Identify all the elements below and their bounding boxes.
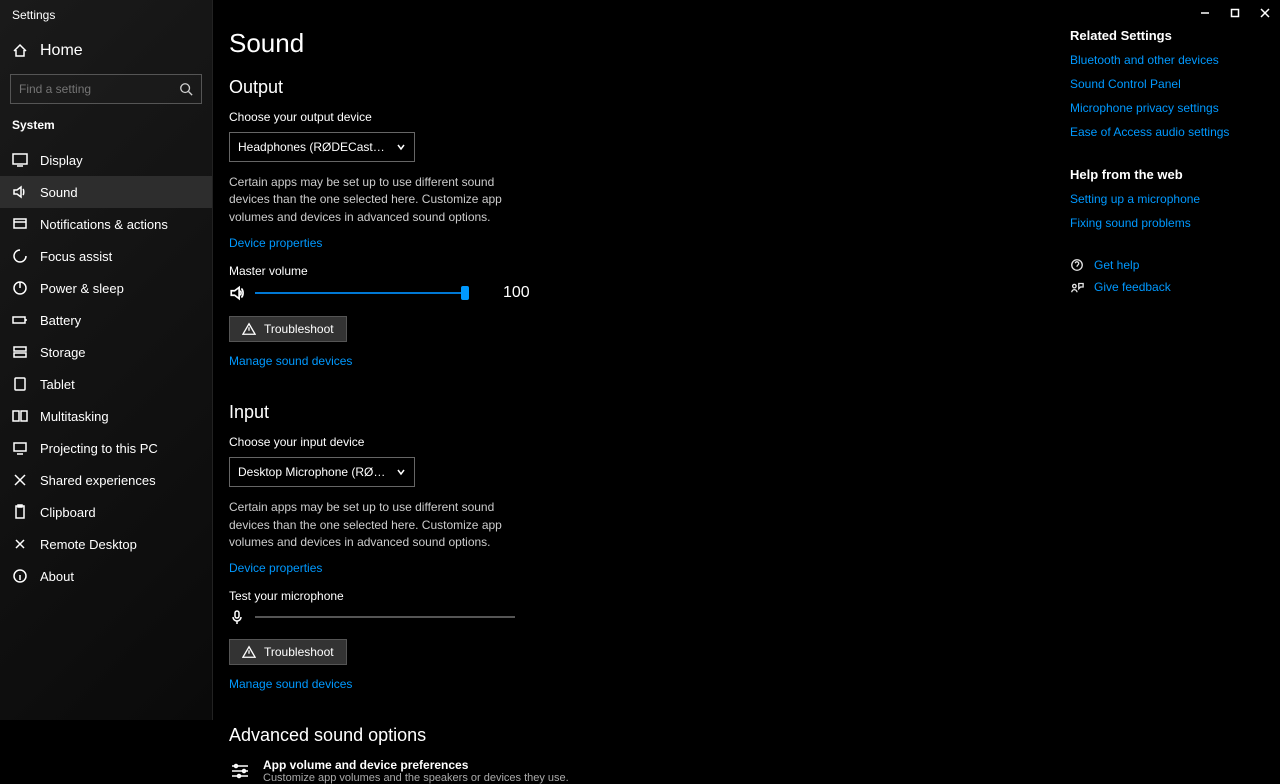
sidebar-item-remote-desktop[interactable]: Remote Desktop bbox=[0, 528, 212, 560]
sidebar-item-battery[interactable]: Battery bbox=[0, 304, 212, 336]
right-panel: Related Settings Bluetooth and other dev… bbox=[1070, 0, 1280, 720]
shared-icon bbox=[12, 472, 28, 488]
sound-icon bbox=[12, 184, 28, 200]
search-input-wrap[interactable] bbox=[10, 74, 202, 104]
sidebar-home[interactable]: Home bbox=[0, 34, 212, 74]
sidebar-item-focus-assist[interactable]: Focus assist bbox=[0, 240, 212, 272]
help-web-heading: Help from the web bbox=[1070, 167, 1264, 182]
sliders-icon bbox=[229, 760, 251, 782]
multitasking-icon bbox=[12, 408, 28, 424]
home-icon bbox=[12, 43, 28, 59]
speaker-icon[interactable] bbox=[229, 284, 247, 302]
master-volume-slider[interactable] bbox=[255, 292, 465, 294]
content: Sound Output Choose your output device H… bbox=[213, 0, 1070, 720]
power-icon bbox=[12, 280, 28, 296]
related-settings-heading: Related Settings bbox=[1070, 28, 1264, 43]
input-heading: Input bbox=[229, 402, 1070, 423]
output-heading: Output bbox=[229, 77, 1070, 98]
minimize-button[interactable] bbox=[1190, 0, 1220, 26]
output-device-properties-link[interactable]: Device properties bbox=[229, 236, 322, 250]
notifications-icon bbox=[12, 216, 28, 232]
page-title: Sound bbox=[229, 28, 1070, 59]
link-setup-mic[interactable]: Setting up a microphone bbox=[1070, 192, 1264, 206]
get-help-link[interactable]: Get help bbox=[1070, 258, 1264, 272]
chevron-down-icon bbox=[396, 142, 406, 152]
output-device-dropdown[interactable]: Headphones (RØDECaster Pro II Sec... bbox=[229, 132, 415, 162]
link-sound-control-panel[interactable]: Sound Control Panel bbox=[1070, 77, 1264, 91]
warning-icon bbox=[242, 645, 256, 659]
feedback-icon bbox=[1070, 280, 1084, 294]
search-input[interactable] bbox=[19, 82, 179, 96]
output-troubleshoot-button[interactable]: Troubleshoot bbox=[229, 316, 347, 342]
sidebar-item-sound[interactable]: Sound bbox=[0, 176, 212, 208]
sidebar-item-notifications[interactable]: Notifications & actions bbox=[0, 208, 212, 240]
give-feedback-link[interactable]: Give feedback bbox=[1070, 280, 1264, 294]
mic-level-bar bbox=[255, 616, 515, 618]
maximize-button[interactable] bbox=[1220, 0, 1250, 26]
output-manage-link[interactable]: Manage sound devices bbox=[229, 354, 352, 368]
link-mic-privacy[interactable]: Microphone privacy settings bbox=[1070, 101, 1264, 115]
help-icon bbox=[1070, 258, 1084, 272]
projecting-icon bbox=[12, 440, 28, 456]
about-icon bbox=[12, 568, 28, 584]
home-label: Home bbox=[40, 42, 83, 60]
advanced-heading: Advanced sound options bbox=[229, 725, 1070, 746]
output-choose-label: Choose your output device bbox=[229, 110, 1070, 124]
input-device-properties-link[interactable]: Device properties bbox=[229, 561, 322, 575]
battery-icon bbox=[12, 312, 28, 328]
master-volume-label: Master volume bbox=[229, 264, 1070, 278]
chevron-down-icon bbox=[396, 467, 406, 477]
input-desc: Certain apps may be set up to use differ… bbox=[229, 499, 529, 551]
sidebar-item-projecting[interactable]: Projecting to this PC bbox=[0, 432, 212, 464]
clipboard-icon bbox=[12, 504, 28, 520]
storage-icon bbox=[12, 344, 28, 360]
input-choose-label: Choose your input device bbox=[229, 435, 1070, 449]
microphone-icon bbox=[229, 609, 245, 625]
test-mic-label: Test your microphone bbox=[229, 589, 1070, 603]
sidebar-item-about[interactable]: About bbox=[0, 560, 212, 592]
master-volume-value: 100 bbox=[503, 284, 530, 302]
link-bluetooth[interactable]: Bluetooth and other devices bbox=[1070, 53, 1264, 67]
search-icon bbox=[179, 82, 193, 96]
sidebar-item-shared-experiences[interactable]: Shared experiences bbox=[0, 464, 212, 496]
app-volume-preferences[interactable]: App volume and device preferences Custom… bbox=[229, 758, 1070, 784]
sidebar-item-storage[interactable]: Storage bbox=[0, 336, 212, 368]
remote-desktop-icon bbox=[12, 536, 28, 552]
tablet-icon bbox=[12, 376, 28, 392]
titlebar bbox=[1190, 0, 1280, 26]
window-title: Settings bbox=[0, 8, 212, 34]
sidebar: Settings Home System Display Sound Notif… bbox=[0, 0, 213, 720]
link-ease-of-access-audio[interactable]: Ease of Access audio settings bbox=[1070, 125, 1264, 139]
input-device-dropdown[interactable]: Desktop Microphone (RØDECaster P... bbox=[229, 457, 415, 487]
close-button[interactable] bbox=[1250, 0, 1280, 26]
input-troubleshoot-button[interactable]: Troubleshoot bbox=[229, 639, 347, 665]
warning-icon bbox=[242, 322, 256, 336]
output-desc: Certain apps may be set up to use differ… bbox=[229, 174, 529, 226]
sidebar-item-clipboard[interactable]: Clipboard bbox=[0, 496, 212, 528]
sidebar-item-power-sleep[interactable]: Power & sleep bbox=[0, 272, 212, 304]
sidebar-item-multitasking[interactable]: Multitasking bbox=[0, 400, 212, 432]
sidebar-item-display[interactable]: Display bbox=[0, 144, 212, 176]
display-icon bbox=[12, 152, 28, 168]
link-fix-sound[interactable]: Fixing sound problems bbox=[1070, 216, 1264, 230]
input-manage-link[interactable]: Manage sound devices bbox=[229, 677, 352, 691]
group-label: System bbox=[0, 118, 212, 144]
focus-assist-icon bbox=[12, 248, 28, 264]
sidebar-item-tablet[interactable]: Tablet bbox=[0, 368, 212, 400]
